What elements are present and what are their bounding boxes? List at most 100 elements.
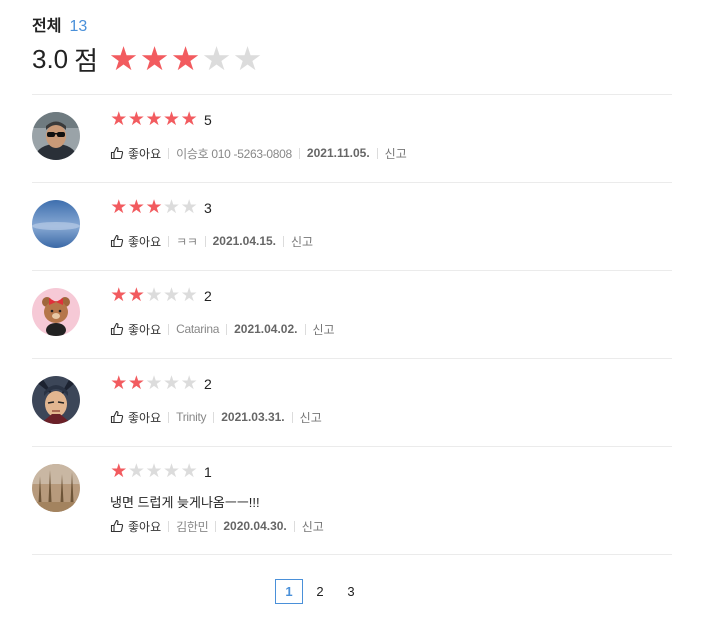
like-button[interactable]: 좋아요	[110, 145, 161, 162]
review-meta: 좋아요 Catarina 2021.04.02. 신고	[110, 320, 335, 338]
star-filled-icon: ★	[127, 373, 145, 394]
blue-sky-sea-icon	[32, 200, 80, 248]
page-3-button[interactable]: 3	[337, 579, 365, 604]
star-filled-icon: ★	[108, 40, 139, 77]
star-icons: ★ ★ ★ ★ ★	[110, 462, 198, 482]
review-star-rating: ★ ★ ★ ★ ★ 3	[110, 198, 212, 218]
like-label: 좋아요	[128, 410, 162, 425]
review-meta: 좋아요 Trinity 2021.03.31. 신고	[110, 408, 322, 426]
star-empty-icon: ★	[127, 461, 145, 482]
separator	[168, 147, 170, 159]
avatar[interactable]	[32, 112, 80, 160]
total-label: 전체	[32, 18, 62, 35]
separator	[376, 147, 378, 159]
like-button[interactable]: 좋아요	[110, 233, 161, 250]
review-score: 3	[203, 200, 212, 216]
star-filled-icon: ★	[127, 109, 145, 130]
star-empty-icon: ★	[180, 285, 198, 306]
report-button[interactable]: 신고	[385, 145, 407, 162]
review-text: 냉면 드럽게 늦게나옴ㅡㅡ!!!	[110, 495, 260, 510]
separator	[168, 520, 170, 532]
anime-character-icon	[32, 376, 80, 424]
like-label: 좋아요	[128, 146, 162, 161]
separator	[291, 411, 293, 423]
review-score: 1	[203, 464, 212, 480]
star-icons: ★ ★ ★ ★ ★	[110, 198, 198, 218]
report-button[interactable]: 신고	[291, 233, 313, 250]
review-item: ★ ★ ★ ★ ★ 2 좋아요 Trinity 2021.03.31. 신고	[32, 359, 672, 447]
star-filled-icon: ★	[110, 109, 128, 130]
review-meta: 좋아요 이승호 010 -5263-0808 2021.11.05. 신고	[110, 144, 407, 162]
like-button[interactable]: 좋아요	[110, 518, 161, 535]
review-date: 2020.04.30.	[223, 519, 287, 533]
star-filled-icon: ★	[139, 40, 170, 77]
report-button[interactable]: 신고	[313, 321, 335, 338]
separator	[168, 411, 170, 423]
report-button[interactable]: 신고	[300, 409, 322, 426]
review-score: 5	[203, 112, 212, 128]
review-author: Trinity	[176, 410, 207, 424]
review-item: ★ ★ ★ ★ ★ 5 좋아요 이승호 010 -5263-0808 2021.11.0…	[32, 95, 672, 183]
review-total: 전체 13	[32, 12, 87, 35]
separator	[304, 323, 306, 335]
page-1-button[interactable]: 1	[275, 579, 303, 604]
star-filled-icon: ★	[145, 197, 163, 218]
score-unit: 점	[74, 45, 99, 76]
review-item: ★ ★ ★ ★ ★ 2 좋아요 Catarina 2021.04.02. 신고	[32, 271, 672, 359]
like-button[interactable]: 좋아요	[110, 409, 161, 426]
review-star-rating: ★ ★ ★ ★ ★ 2	[110, 286, 212, 306]
avatar[interactable]	[32, 376, 80, 424]
star-empty-icon: ★	[163, 461, 181, 482]
avatar[interactable]	[32, 200, 80, 248]
thumbs-up-icon	[110, 234, 124, 248]
separator	[215, 520, 217, 532]
avatar[interactable]	[32, 288, 80, 336]
star-filled-icon: ★	[170, 40, 201, 77]
star-icons: ★ ★ ★ ★ ★	[110, 374, 198, 394]
star-filled-icon: ★	[110, 461, 128, 482]
review-item: ★ ★ ★ ★ ★ 1 냉면 드럽게 늦게나옴ㅡㅡ!!! 좋아요 김한민 2020.04…	[32, 447, 672, 555]
page-2-button[interactable]: 2	[306, 579, 334, 604]
separator	[226, 323, 228, 335]
review-date: 2021.04.02.	[234, 322, 298, 336]
like-label: 좋아요	[128, 322, 162, 337]
review-date: 2021.03.31.	[221, 410, 285, 424]
star-empty-icon: ★	[180, 373, 198, 394]
review-author: ㅋㅋ	[176, 234, 198, 249]
pagination: 1 2 3	[275, 579, 368, 604]
review-star-rating: ★ ★ ★ ★ ★ 1	[110, 462, 212, 482]
star-filled-icon: ★	[110, 373, 128, 394]
star-empty-icon: ★	[180, 197, 198, 218]
review-score: 2	[203, 376, 212, 392]
star-icons: ★ ★ ★ ★ ★	[110, 110, 198, 130]
cartoon-bear-icon	[32, 288, 80, 336]
autumn-trees-icon	[32, 464, 80, 512]
average-score: 3.0 점 ★ ★ ★ ★ ★	[32, 42, 263, 76]
separator	[298, 147, 300, 159]
separator	[213, 411, 215, 423]
star-empty-icon: ★	[163, 373, 181, 394]
review-author: 김한민	[176, 519, 209, 534]
thumbs-up-icon	[110, 519, 124, 533]
review-author: Catarina	[176, 322, 220, 336]
avatar[interactable]	[32, 464, 80, 512]
review-score: 2	[203, 288, 212, 304]
like-button[interactable]: 좋아요	[110, 321, 161, 338]
star-empty-icon: ★	[145, 285, 163, 306]
star-empty-icon: ★	[232, 40, 263, 77]
separator	[293, 520, 295, 532]
divider	[32, 554, 672, 555]
review-star-rating: ★ ★ ★ ★ ★ 2	[110, 374, 212, 394]
star-filled-icon: ★	[180, 109, 198, 130]
score-value: 3.0	[32, 43, 69, 74]
review-meta: 좋아요 김한민 2020.04.30. 신고	[110, 517, 324, 535]
report-button[interactable]: 신고	[302, 518, 324, 535]
average-star-rating: ★ ★ ★ ★ ★	[108, 42, 263, 76]
star-empty-icon: ★	[145, 461, 163, 482]
star-filled-icon: ★	[163, 109, 181, 130]
review-date: 2021.04.15.	[212, 234, 277, 248]
star-empty-icon: ★	[163, 197, 181, 218]
separator	[168, 235, 170, 247]
like-label: 좋아요	[128, 519, 162, 534]
star-filled-icon: ★	[127, 197, 145, 218]
